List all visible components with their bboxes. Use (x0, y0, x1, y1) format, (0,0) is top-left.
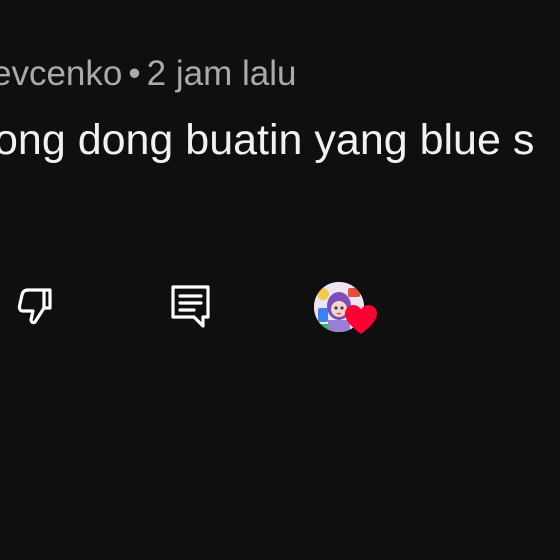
creator-heart-badge (312, 280, 378, 338)
heart-icon (345, 305, 377, 334)
reply-icon (171, 285, 210, 328)
comment-thread-screen: evcenko • 2 jam lalu ong dong buatin yang … (0, 0, 560, 560)
comment-body: ong dong buatin yang blue s (0, 116, 535, 164)
thumbs-down-icon (17, 288, 52, 325)
dislike-button[interactable] (12, 282, 62, 332)
reply-button[interactable] (166, 280, 214, 332)
comment-author[interactable]: evcenko (0, 54, 122, 93)
comment-meta: evcenko • 2 jam lalu (0, 52, 296, 96)
comment-timestamp: 2 jam lalu (146, 54, 297, 93)
meta-separator: • (128, 54, 141, 93)
